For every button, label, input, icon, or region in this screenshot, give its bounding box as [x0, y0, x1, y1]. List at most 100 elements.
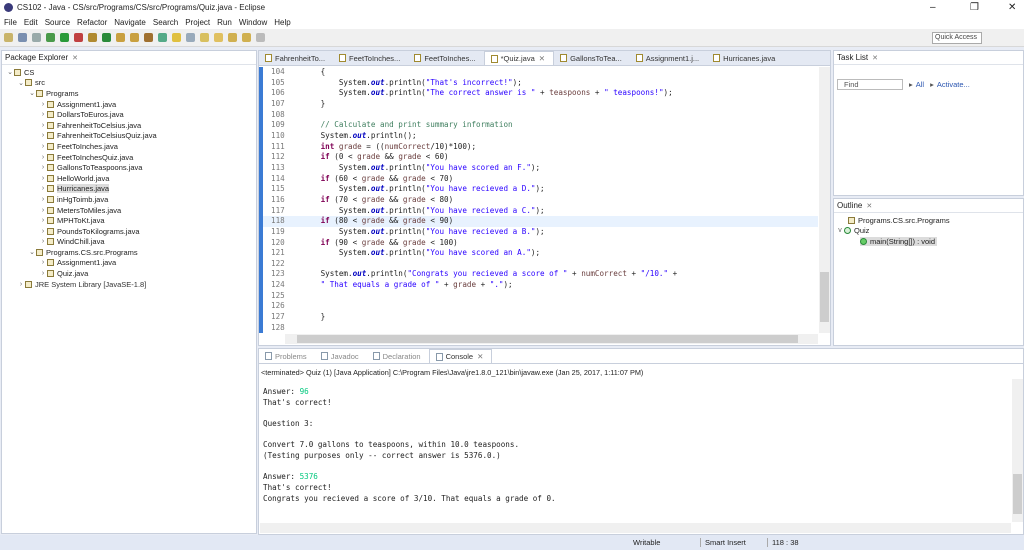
menu-refactor[interactable]: Refactor	[77, 18, 107, 27]
toolbar-button-icon[interactable]	[242, 33, 251, 42]
editor-tab[interactable]: FeetToInches...	[408, 51, 483, 65]
chevron-right-icon[interactable]: ›	[39, 143, 47, 150]
editor-tab[interactable]: GallonsToTea...	[554, 51, 630, 65]
toolbar-button-icon[interactable]	[200, 33, 209, 42]
toolbar-button-icon[interactable]	[214, 33, 223, 42]
chevron-right-icon[interactable]: ›	[39, 217, 47, 224]
tree-item[interactable]: › JRE System Library [JavaSE-1.8]	[2, 279, 256, 290]
task-find-input[interactable]: Find	[837, 79, 903, 90]
maximize-button[interactable]: ❐	[970, 2, 979, 13]
chevron-down-icon[interactable]: ⌄	[17, 79, 25, 87]
toolbar-button-icon[interactable]	[130, 33, 139, 42]
tree-item[interactable]: › HelloWorld.java	[2, 173, 256, 184]
all-link[interactable]: All	[916, 80, 924, 89]
chevron-right-icon[interactable]: ›	[39, 122, 47, 129]
tree-item[interactable]: › Hurricanes.java	[2, 184, 256, 195]
toolbar-button-icon[interactable]	[4, 33, 13, 42]
toolbar-button-icon[interactable]	[228, 33, 237, 42]
toolbar-button-icon[interactable]	[102, 33, 111, 42]
toolbar-button-icon[interactable]	[158, 33, 167, 42]
tree-item[interactable]: › DollarsToEuros.java	[2, 109, 256, 120]
menu-project[interactable]: Project	[185, 18, 210, 27]
toolbar-button-icon[interactable]	[88, 33, 97, 42]
console-vertical-scrollbar[interactable]	[1012, 379, 1023, 522]
chevron-right-icon[interactable]: ›	[39, 175, 47, 182]
toolbar-button-icon[interactable]	[46, 33, 55, 42]
menu-navigate[interactable]: Navigate	[114, 18, 146, 27]
menu-source[interactable]: Source	[45, 18, 70, 27]
menu-search[interactable]: Search	[153, 18, 178, 27]
chevron-down-icon[interactable]: ⌄	[28, 89, 36, 97]
close-view-icon[interactable]: ✕	[872, 54, 878, 62]
chevron-right-icon[interactable]: ›	[39, 259, 47, 266]
tree-item[interactable]: ⌄ CS	[2, 67, 256, 78]
tree-item[interactable]: › Quiz.java	[2, 268, 256, 279]
tab-javadoc[interactable]: Javadoc	[315, 349, 367, 363]
chevron-right-icon[interactable]: ›	[39, 196, 47, 203]
toolbar-button-icon[interactable]	[172, 33, 181, 42]
chevron-right-icon[interactable]: ›	[39, 154, 47, 161]
tab-console[interactable]: Console ✕	[428, 349, 493, 363]
toolbar-button-icon[interactable]	[74, 33, 83, 42]
editor-tab[interactable]: *Quiz.java ✕	[483, 51, 555, 65]
toolbar-button-icon[interactable]	[18, 33, 27, 42]
toolbar-button-icon[interactable]	[256, 33, 265, 42]
close-tab-icon[interactable]: ✕	[477, 352, 483, 361]
tree-item[interactable]: ⌄ Programs.CS.src.Programs	[2, 247, 256, 258]
tree-item[interactable]: › Assignment1.java	[2, 258, 256, 269]
close-view-icon[interactable]: ✕	[72, 54, 78, 62]
tree-item[interactable]: › FeetToInches.java	[2, 141, 256, 152]
minimize-button[interactable]: –	[930, 2, 936, 13]
tree-item[interactable]: › MPHToKt.java	[2, 215, 256, 226]
quick-access-input[interactable]: Quick Access	[932, 32, 982, 44]
close-button[interactable]: ✕	[1008, 2, 1016, 13]
tree-item[interactable]: › MetersToMiles.java	[2, 205, 256, 216]
chevron-right-icon[interactable]: ›	[39, 238, 47, 245]
editor-vertical-scrollbar[interactable]	[819, 67, 830, 333]
chevron-right-icon[interactable]: ›	[39, 164, 47, 171]
tree-item[interactable]: › inHgToimb.java	[2, 194, 256, 205]
outline-package[interactable]: Programs.CS.src.Programs	[834, 215, 1023, 226]
tree-item[interactable]: › GallonsToTeaspoons.java	[2, 162, 256, 173]
tree-item[interactable]: ⌄ Programs	[2, 88, 256, 99]
menu-run[interactable]: Run	[217, 18, 232, 27]
toolbar-button-icon[interactable]	[60, 33, 69, 42]
tree-item[interactable]: ⌄ src	[2, 78, 256, 89]
toolbar-button-icon[interactable]	[116, 33, 125, 42]
menu-help[interactable]: Help	[274, 18, 290, 27]
chevron-right-icon[interactable]: ›	[39, 228, 47, 235]
editor-tab[interactable]: FeetToInches...	[333, 51, 408, 65]
editor-horizontal-scrollbar[interactable]	[285, 334, 818, 344]
editor-tab[interactable]: FahrenheitTo...	[259, 51, 333, 65]
toolbar-button-icon[interactable]	[32, 33, 41, 42]
outline-method[interactable]: main(String[]) : void	[834, 236, 1023, 247]
editor-tab[interactable]: Assignment1.j...	[630, 51, 707, 65]
chevron-down-icon[interactable]: ⌄	[6, 68, 14, 76]
menu-window[interactable]: Window	[239, 18, 267, 27]
chevron-down-icon[interactable]: ⌄	[28, 248, 36, 256]
menu-edit[interactable]: Edit	[24, 18, 38, 27]
console-horizontal-scrollbar[interactable]	[260, 523, 1011, 533]
tree-item[interactable]: › FeetToInchesQuiz.java	[2, 152, 256, 163]
tree-item[interactable]: › Assignment1.java	[2, 99, 256, 110]
editor-tab[interactable]: Hurricanes.java	[707, 51, 783, 65]
close-view-icon[interactable]: ✕	[866, 202, 872, 210]
chevron-right-icon[interactable]: ›	[39, 132, 47, 139]
tree-item[interactable]: › WindChill.java	[2, 237, 256, 248]
toolbar-button-icon[interactable]	[186, 33, 195, 42]
chevron-right-icon[interactable]: ›	[17, 281, 25, 288]
console-output[interactable]: Answer: 96 That's correct! Question 3: Conv…	[263, 387, 556, 504]
activate-link[interactable]: Activate...	[937, 80, 970, 89]
chevron-right-icon[interactable]: ›	[39, 111, 47, 118]
chevron-right-icon[interactable]: ›	[39, 101, 47, 108]
tree-item[interactable]: › PoundsToKilograms.java	[2, 226, 256, 237]
tree-item[interactable]: › FahrenheitToCelsius.java	[2, 120, 256, 131]
tree-item[interactable]: › FahrenheitToCelsiusQuiz.java	[2, 131, 256, 142]
tab-declaration[interactable]: Declaration	[367, 349, 429, 363]
chevron-right-icon[interactable]: ›	[39, 207, 47, 214]
menu-file[interactable]: File	[4, 18, 17, 27]
close-tab-icon[interactable]: ✕	[539, 54, 545, 63]
chevron-right-icon[interactable]: ›	[39, 185, 47, 192]
chevron-right-icon[interactable]: ›	[39, 270, 47, 277]
code-editor[interactable]: 104 {105 System.out.println("That's inco…	[259, 67, 818, 333]
